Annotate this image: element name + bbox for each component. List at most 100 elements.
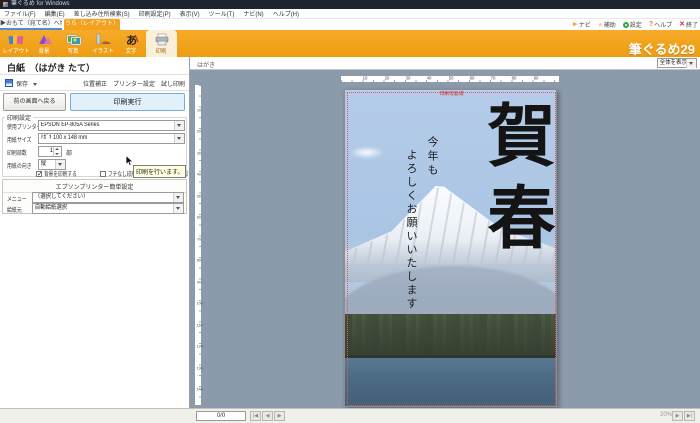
epson-menu-label: メニュー xyxy=(7,194,27,203)
navi-icon xyxy=(573,22,578,27)
ruler-number: 70 xyxy=(197,238,202,242)
tab-text[interactable]: あ 文字 xyxy=(117,30,146,57)
epson-menu-select[interactable]: （選択してください） xyxy=(32,192,184,203)
chevron-down-icon xyxy=(174,121,184,130)
ruler-number: 120 xyxy=(197,345,202,349)
checkbox-icon[interactable] xyxy=(100,171,106,177)
prev-page-button[interactable]: ◀ xyxy=(262,411,273,421)
main-toolbar: レイアウト 背景 写真 イラスト xyxy=(0,30,700,57)
exit-button[interactable]: ✕終了 xyxy=(679,20,698,29)
chevron-down-icon xyxy=(174,134,184,143)
chevron-down-icon xyxy=(55,160,65,169)
postcard-preview[interactable]: 印刷可能域 賀春 今年も よろしくお願いいたします xyxy=(344,89,557,407)
ruler-number: 40 xyxy=(197,173,202,177)
tab-print[interactable]: 印刷 xyxy=(146,30,177,57)
switch-to-front-tab[interactable]: ▶おもて（宛て名）へ切替 xyxy=(0,19,62,30)
back-button[interactable]: 前の画面へ戻る xyxy=(3,93,66,111)
printable-area-label: 印刷可能域 xyxy=(369,92,535,98)
menu-file[interactable]: ファイル(F) xyxy=(4,9,36,18)
assist-button[interactable]: 補助 xyxy=(598,20,616,29)
question-icon: ? xyxy=(649,21,653,28)
doc-type-label: はがき xyxy=(197,60,215,69)
ruler-number: 10 xyxy=(363,77,368,81)
checkbox-print-background[interactable]: 背景を印刷する xyxy=(36,169,86,178)
next-page-button[interactable]: ▶ xyxy=(274,411,285,421)
chevron-down-icon xyxy=(173,193,183,202)
layout-name-title: 白紙 （はがき たて） xyxy=(7,61,95,74)
help-button[interactable]: ?ヘルプ xyxy=(649,20,672,29)
copies-stepper[interactable]: 1 xyxy=(38,146,62,157)
divider xyxy=(0,74,189,75)
window-title: 筆ぐるめ for Windows xyxy=(11,0,70,9)
greeting-column-1[interactable]: 今年も xyxy=(424,136,440,178)
menu-help[interactable]: ヘルプ(H) xyxy=(273,9,299,18)
print-panel: 白紙 （はがき たて） 保存 位置補正 プリンター設定 試し印刷 前の画面へ戻る… xyxy=(0,57,190,408)
navi-button[interactable]: ナビ xyxy=(573,20,591,29)
print-tooltip: 印刷を行います。 xyxy=(133,165,186,178)
page-indicator: 0/0 xyxy=(196,411,246,421)
position-correct-link[interactable]: 位置補正 xyxy=(83,79,107,88)
calligraphy-gashun[interactable]: 賀春 xyxy=(480,100,550,264)
ruler-number: 40 xyxy=(427,77,432,81)
save-button[interactable]: 保存 xyxy=(16,79,28,88)
zoom-percent: 20% xyxy=(660,412,672,418)
panel-links: 位置補正 プリンター設定 試し印刷 xyxy=(83,79,185,88)
menu-view[interactable]: 表示(V) xyxy=(180,9,200,18)
ruler-number: 90 xyxy=(533,77,538,81)
title-bar: 筆ぐるめ for Windows xyxy=(0,0,700,9)
ruler-number: 30 xyxy=(405,77,410,81)
ruler-number: 80 xyxy=(197,259,202,263)
printer-select[interactable]: EPSON EP-805A Series xyxy=(38,120,185,131)
save-dropdown-arrow-icon[interactable] xyxy=(33,83,37,86)
forward-button[interactable]: ▶ xyxy=(672,411,683,421)
paper-source-select[interactable]: 自動給紙選択 xyxy=(32,203,184,214)
ruler-number: 20 xyxy=(384,77,389,81)
menu-navi[interactable]: ナビ(N) xyxy=(243,9,263,18)
settings-button[interactable]: 設定 xyxy=(623,20,642,29)
mouse-cursor xyxy=(125,155,134,167)
canvas-viewport[interactable]: 102030405060708090 102030405060708090100… xyxy=(190,70,700,408)
photo-icon xyxy=(66,33,82,46)
background-icon xyxy=(37,33,53,46)
ruler-number: 90 xyxy=(197,281,202,285)
tab-background[interactable]: 背景 xyxy=(30,30,59,57)
tab-illustration[interactable]: イラスト xyxy=(88,30,117,57)
checkbox-icon[interactable] xyxy=(36,171,42,177)
zoom-select[interactable]: 全体を表示 xyxy=(657,58,697,68)
save-row: 保存 位置補正 プリンター設定 試し印刷 xyxy=(0,76,189,90)
paper-source-label: 給紙元 xyxy=(7,205,22,214)
layout-icon xyxy=(8,33,24,46)
v-ruler: 102030405060708090100110120130140 xyxy=(194,84,202,406)
paper-size-label: 用紙サイズ xyxy=(7,135,31,144)
ruler-number: 140 xyxy=(197,388,202,392)
menu-merge-address[interactable]: 差し込み住所検索(S) xyxy=(74,9,130,18)
menu-tools[interactable]: ツール(T) xyxy=(209,9,235,18)
menu-print-settings[interactable]: 印刷設定(P) xyxy=(139,9,171,18)
printer-label: 使用プリンター xyxy=(7,122,41,131)
tab-layout[interactable]: レイアウト xyxy=(1,30,30,57)
tab-photo[interactable]: 写真 xyxy=(59,30,88,57)
ruler-number: 130 xyxy=(197,367,202,371)
first-page-button[interactable]: |◀ xyxy=(250,411,261,421)
spinner-arrows-icon[interactable] xyxy=(53,147,61,156)
menu-edit[interactable]: 編集(E) xyxy=(45,9,65,18)
test-print-link[interactable]: 試し印刷 xyxy=(161,79,185,88)
copies-label: 印刷部数 xyxy=(7,148,27,157)
ruler-number: 10 xyxy=(197,109,202,113)
orientation-label: 用紙の向き xyxy=(7,161,32,170)
ruler-number: 80 xyxy=(512,77,517,81)
greeting-column-2[interactable]: よろしくお願いいたします xyxy=(403,149,419,311)
app-logo: 筆ぐるめ29 xyxy=(629,39,695,58)
app-icon xyxy=(3,2,8,7)
close-icon: ✕ xyxy=(679,21,685,28)
print-settings-label: 印刷設定 xyxy=(5,113,33,122)
paper-size-select[interactable]: ﾊｶﾞｷ 100 x 148 mm xyxy=(38,133,185,144)
print-execute-button[interactable]: 印刷実行 xyxy=(70,93,185,111)
h-ruler: 102030405060708090 xyxy=(340,75,560,83)
copies-unit: 部 xyxy=(66,148,72,157)
ruler-number: 70 xyxy=(491,77,496,81)
chevron-down-icon xyxy=(686,59,696,68)
last-page-button[interactable]: ▶| xyxy=(684,411,695,421)
printer-setup-link[interactable]: プリンター設定 xyxy=(113,79,155,88)
back-layout-tab[interactable]: うら（レイアウト） xyxy=(64,19,120,30)
